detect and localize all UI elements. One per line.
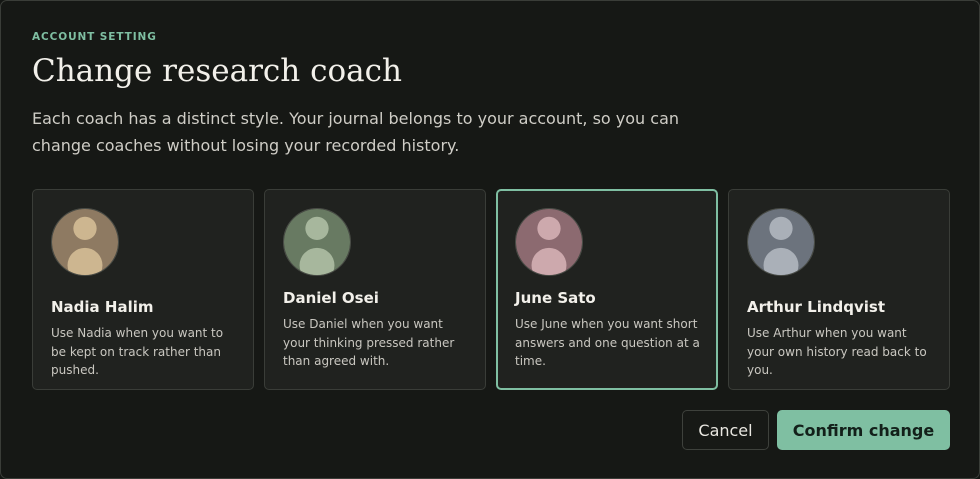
dialog-description: Each coach has a distinct style. Your jo… (32, 109, 680, 155)
person-icon (52, 209, 118, 275)
cancel-button[interactable]: Cancel (682, 410, 769, 450)
change-coach-dialog: ACCOUNT SETTING Change research coach Ea… (0, 0, 980, 479)
coach-description: Use Nadia when you want to be kept on tr… (51, 326, 224, 377)
coach-card-nadia-halim[interactable]: Nadia Halim Use Nadia when you want to b… (32, 189, 254, 390)
person-icon (748, 209, 814, 275)
person-icon (284, 209, 350, 275)
avatar (747, 208, 815, 276)
coach-description: Use Arthur when you want your own histor… (747, 326, 927, 377)
coach-description: Use June when you want short answers and… (515, 317, 700, 368)
coach-description: Use Daniel when you want your thinking p… (283, 317, 455, 368)
coach-card-daniel-osei[interactable]: Daniel Osei Use Daniel when you want you… (264, 189, 486, 390)
coach-name: Daniel Osei (283, 289, 379, 307)
coach-name: Nadia Halim (51, 298, 154, 316)
avatar (283, 208, 351, 276)
avatar (515, 208, 583, 276)
avatar (51, 208, 119, 276)
person-icon (516, 209, 582, 275)
section-eyebrow: ACCOUNT SETTING (32, 31, 157, 43)
coach-name: June Sato (515, 289, 596, 307)
coach-card-june-sato[interactable]: June Sato Use June when you want short a… (496, 189, 718, 390)
confirm-change-button[interactable]: Confirm change (777, 410, 950, 450)
coach-name: Arthur Lindqvist (747, 298, 886, 316)
dialog-title: Change research coach (32, 53, 402, 89)
coach-card-arthur-lindqvist[interactable]: Arthur Lindqvist Use Arthur when you wan… (728, 189, 950, 390)
